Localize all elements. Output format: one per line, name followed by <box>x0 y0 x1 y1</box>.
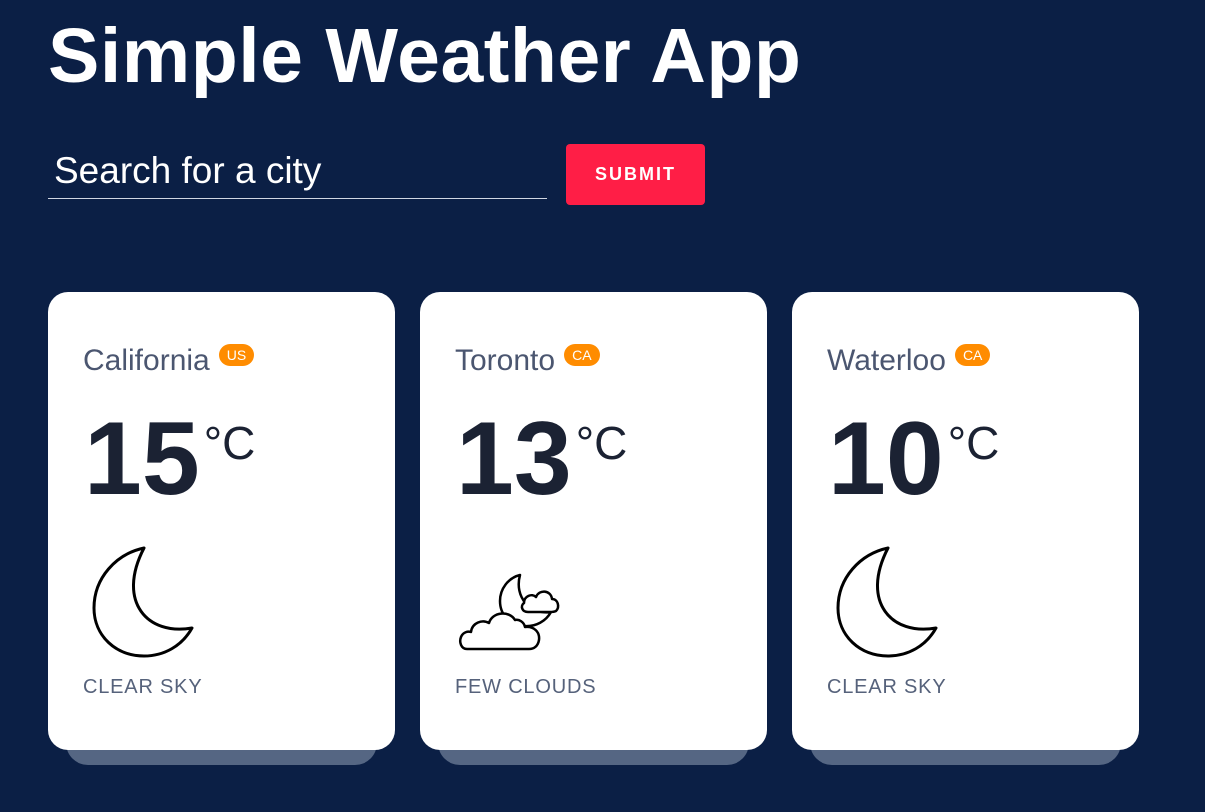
city-heading: Waterloo CA <box>827 342 991 380</box>
moon-icon <box>92 546 194 658</box>
temperature: 13 °C <box>456 404 627 514</box>
clouds-moon-icon <box>459 573 560 651</box>
temperature-unit: °C <box>947 417 1000 469</box>
weather-app: Simple Weather App SUBMIT California US … <box>0 0 1205 812</box>
temperature-value: 10 <box>828 401 944 517</box>
country-badge: CA <box>564 344 600 366</box>
temperature-value: 13 <box>456 401 572 517</box>
city-name: Waterloo <box>827 344 946 377</box>
weather-description: CLEAR SKY <box>827 676 947 698</box>
weather-description: CLEAR SKY <box>83 676 203 698</box>
city-card-body: Waterloo CA 10 °C CLEAR SKY <box>792 292 1139 750</box>
temperature-value: 15 <box>84 401 200 517</box>
city-card: Toronto CA 13 °C FEW CLOUDS <box>420 292 767 765</box>
city-heading: California US <box>83 342 255 380</box>
search-input[interactable] <box>48 144 547 199</box>
temperature: 15 °C <box>84 404 255 514</box>
temperature-unit: °C <box>575 417 628 469</box>
temperature: 10 °C <box>828 404 999 514</box>
city-card: California US 15 °C CLEAR SKY <box>48 292 395 765</box>
city-card-body: Toronto CA 13 °C FEW CLOUDS <box>420 292 767 750</box>
country-badge: CA <box>954 344 991 366</box>
weather-description: FEW CLOUDS <box>455 676 597 698</box>
page-title: Simple Weather App <box>48 13 802 99</box>
country-badge: US <box>218 344 255 366</box>
submit-button[interactable]: SUBMIT <box>566 144 705 205</box>
city-name: California <box>83 344 210 377</box>
city-card-body: California US 15 °C CLEAR SKY <box>48 292 395 750</box>
city-card: Waterloo CA 10 °C CLEAR SKY <box>792 292 1139 765</box>
city-name: Toronto <box>455 344 556 377</box>
temperature-unit: °C <box>203 417 256 469</box>
city-heading: Toronto CA <box>455 342 600 380</box>
moon-icon <box>836 546 938 658</box>
